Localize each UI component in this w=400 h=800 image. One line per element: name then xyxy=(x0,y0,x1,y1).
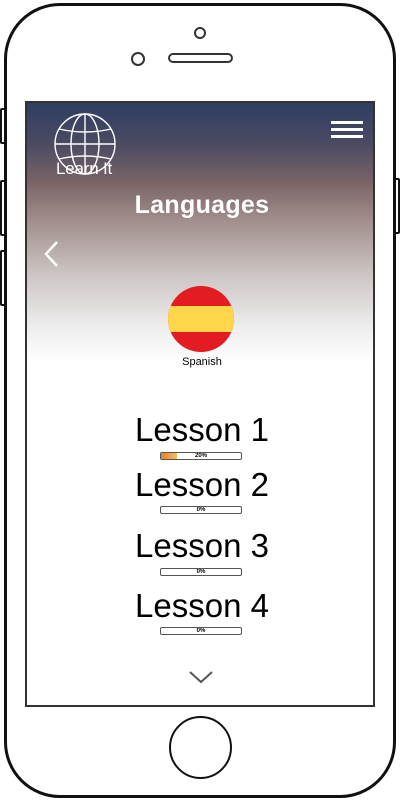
lesson-4-progress-label: 0% xyxy=(196,628,206,634)
lesson-1-progress-label: 20% xyxy=(194,453,207,459)
spain-flag-icon[interactable] xyxy=(168,286,234,352)
lesson-2-progress-bar: 0% xyxy=(160,506,242,514)
lesson-1-title[interactable]: Lesson 1 xyxy=(27,411,373,449)
app-screen: Learn It Languages Spanish Lesson 1 20% … xyxy=(25,101,375,707)
side-button-left-middle xyxy=(0,180,6,236)
side-button-left-bottom xyxy=(0,250,6,306)
home-button[interactable] xyxy=(169,716,232,779)
lesson-4-progress-bar: 0% xyxy=(160,627,242,635)
lesson-2-progress-label: 0% xyxy=(196,507,206,513)
chevron-left-icon[interactable] xyxy=(41,239,63,269)
page-title: Languages xyxy=(134,191,270,219)
lesson-3-progress-label: 0% xyxy=(196,569,206,575)
front-camera xyxy=(194,27,206,39)
lesson-3-title[interactable]: Lesson 3 xyxy=(27,527,373,565)
side-button-right xyxy=(394,178,400,234)
lesson-1-progress-bar: 20% xyxy=(160,452,242,460)
language-label: Spanish xyxy=(182,356,222,368)
lesson-4-title[interactable]: Lesson 4 xyxy=(27,587,373,625)
flag-yellow-stripe xyxy=(168,306,234,332)
app-logo[interactable]: Learn It xyxy=(51,113,123,183)
hamburger-menu-icon[interactable] xyxy=(331,121,363,141)
chevron-down-icon[interactable] xyxy=(187,669,215,685)
proximity-sensor xyxy=(131,52,145,66)
lesson-3-progress-bar: 0% xyxy=(160,568,242,576)
lesson-2-title[interactable]: Lesson 2 xyxy=(27,466,373,504)
earpiece-speaker xyxy=(168,53,233,63)
side-button-left-top xyxy=(0,108,6,144)
logo-text: Learn It xyxy=(56,159,113,178)
